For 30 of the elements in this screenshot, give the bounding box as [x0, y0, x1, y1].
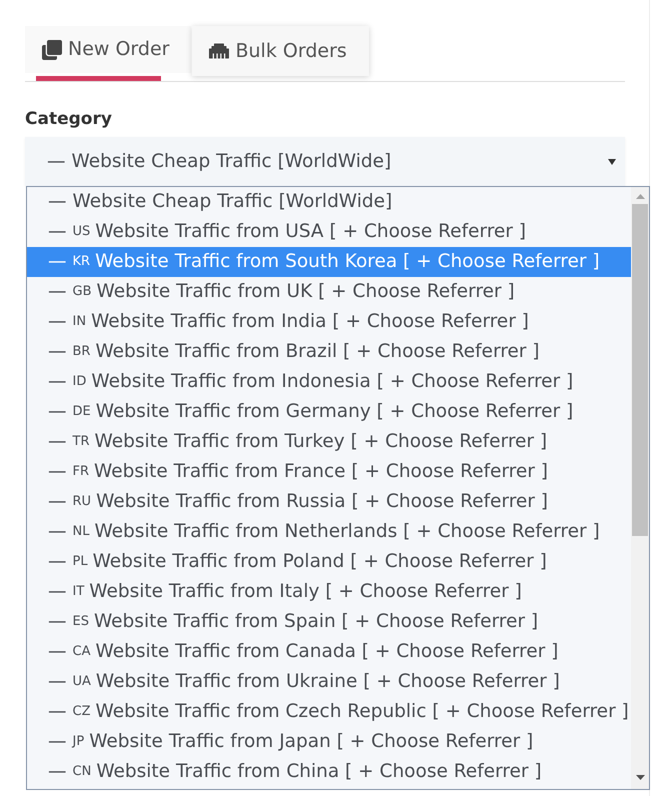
- tab[interactable]: New Order: [25, 26, 192, 74]
- dropdown-option[interactable]: — JP Website Traffic from Japan [ + Choose Referrer ]: [27, 727, 631, 757]
- dropdown-option[interactable]: — TR Website Traffic from Turkey [ + Choose Referrer ]: [27, 427, 631, 457]
- dropdown-option[interactable]: — RU Website Traffic from Russia [ + Choose Referrer ]: [27, 487, 631, 517]
- dropdown-option[interactable]: — CA Website Traffic from Canada [ + Choose Referrer ]: [27, 637, 631, 667]
- network-port-icon: [209, 41, 230, 61]
- dropdown-option[interactable]: — CN Website Traffic from China [ + Choose Referrer ]: [27, 757, 631, 787]
- select-field[interactable]: — Website Cheap Traffic [WorldWide]: [25, 137, 625, 186]
- dropdown-option[interactable]: — IN Website Traffic from India [ + Choose Referrer ]: [27, 307, 631, 337]
- stacked-squares-icon: [42, 40, 62, 60]
- scrollbar[interactable]: [631, 187, 649, 789]
- dropdown-option[interactable]: — IT Website Traffic from Italy [ + Choose Referrer ]: [27, 577, 631, 607]
- dropdown-option[interactable]: — GB Website Traffic from UK [ + Choose Referrer ]: [27, 277, 631, 307]
- field-label: Category: [25, 108, 113, 130]
- dropdown-option[interactable]: — NL Website Traffic from Netherlands [ + Choose Referrer ]: [27, 517, 631, 547]
- caret-up-icon[interactable]: [636, 194, 644, 199]
- dropdown-option[interactable]: — PL Website Traffic from Poland [ + Choose Referrer ]: [27, 547, 631, 577]
- scrollbar-thumb[interactable]: [632, 204, 648, 536]
- dropdown-option[interactable]: — CZ Website Traffic from Czech Republic [ + Choose Referrer ]: [27, 697, 631, 727]
- dropdown-option[interactable]: — Website Cheap Traffic [WorldWide]: [27, 187, 631, 217]
- tab[interactable]: Bulk Orders: [192, 26, 369, 76]
- dropdown-option[interactable]: — ES Website Traffic from Spain [ + Choose Referrer ]: [27, 607, 631, 637]
- dropdown-option[interactable]: — UA Website Traffic from Ukraine [ + Choose Referrer ]: [27, 667, 631, 697]
- dropdown-option[interactable]: — US Website Traffic from USA [ + Choose Referrer ]: [27, 217, 631, 247]
- dropdown-option[interactable]: — ID Website Traffic from Indonesia [ + Choose Referrer ]: [27, 367, 631, 397]
- caret-down-icon[interactable]: [636, 775, 644, 780]
- caret-down-icon: [608, 158, 616, 164]
- dropdown-option[interactable]: — FR Website Traffic from France [ + Choose Referrer ]: [27, 457, 631, 487]
- dropdown-option[interactable]: — DE Website Traffic from Germany [ + Choose Referrer ]: [27, 397, 631, 427]
- dropdown-option[interactable]: — BR Website Traffic from Brazil [ + Choose Referrer ]: [27, 337, 631, 367]
